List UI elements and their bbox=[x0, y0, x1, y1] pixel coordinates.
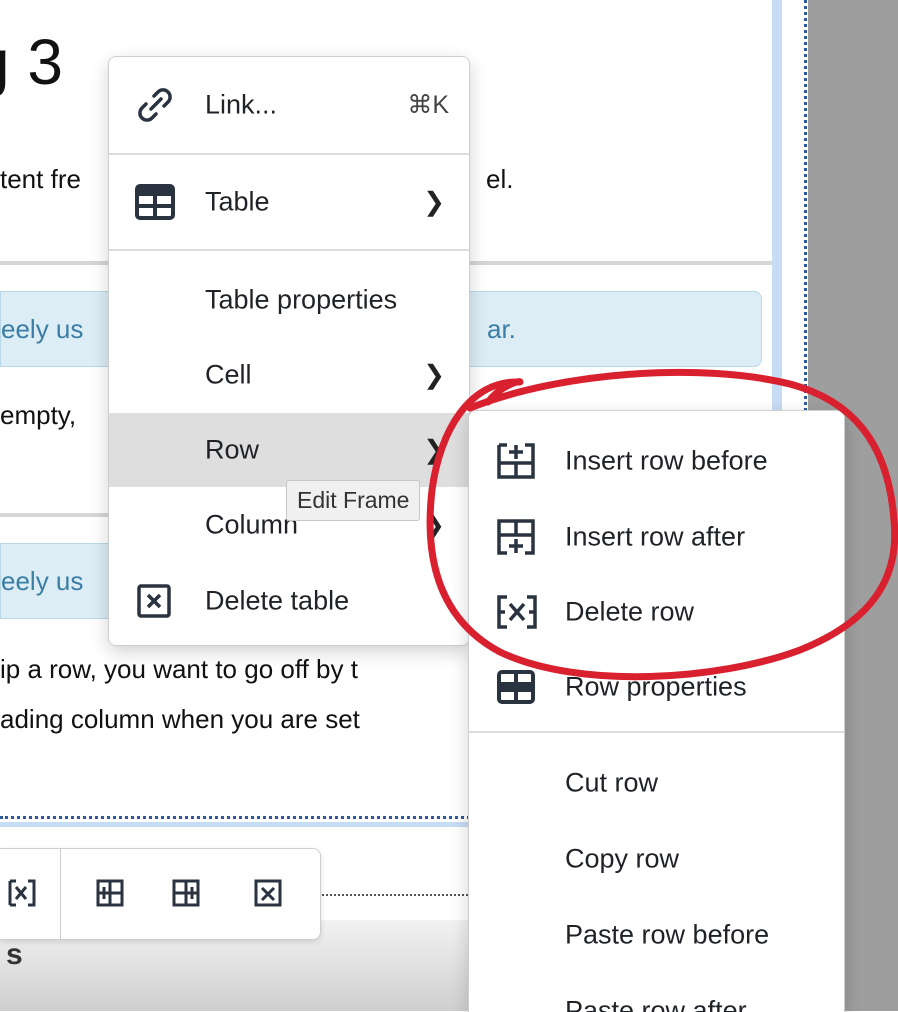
menu-item-paste-row-after[interactable]: Paste row after bbox=[469, 973, 844, 1012]
menu-item-paste-row-before[interactable]: Paste row before bbox=[469, 897, 844, 973]
chevron-right-icon: ❯ bbox=[423, 510, 445, 541]
menu-item-row-properties-label: Row properties bbox=[565, 672, 747, 703]
menu-item-paste-row-before-label: Paste row before bbox=[565, 920, 769, 951]
link-icon bbox=[133, 83, 177, 127]
menu-item-cut-row[interactable]: Cut row bbox=[469, 745, 844, 821]
insert-row-after-icon bbox=[497, 519, 535, 555]
menu-item-table[interactable]: Table ❯ bbox=[109, 155, 469, 249]
menu-item-delete-table[interactable]: Delete table bbox=[109, 563, 469, 639]
info-panel-2-text: eely us bbox=[1, 564, 83, 598]
menu-item-paste-row-after-label: Paste row after bbox=[565, 996, 747, 1012]
menu-item-link-shortcut: ⌘K bbox=[407, 90, 449, 120]
context-menu: Link... ⌘K Table ❯ Table properties Cell… bbox=[108, 56, 470, 646]
paragraph-3-line-2-text: ading column when you are set bbox=[0, 704, 360, 734]
info-panel-1-text: eely us bbox=[1, 312, 83, 346]
menu-item-link-label: Link... bbox=[205, 90, 277, 121]
delete-row-icon[interactable] bbox=[6, 877, 38, 909]
menu-item-insert-row-after[interactable]: Insert row after bbox=[469, 499, 844, 575]
menu-item-cell-label: Cell bbox=[205, 360, 252, 391]
menu-item-delete-row-label: Delete row bbox=[565, 597, 694, 628]
menu-item-delete-table-label: Delete table bbox=[205, 586, 349, 617]
menu-item-row[interactable]: Row ❯ bbox=[109, 413, 469, 487]
menu-item-cell[interactable]: Cell ❯ bbox=[109, 337, 469, 413]
page-heading: g 3 bbox=[0, 22, 63, 102]
table-icon bbox=[135, 184, 175, 220]
menu-item-column-label: Column bbox=[205, 510, 298, 541]
paragraph-2-text: empty, bbox=[0, 400, 76, 430]
menu-item-copy-row-label: Copy row bbox=[565, 844, 679, 875]
chevron-right-icon: ❯ bbox=[423, 435, 445, 466]
menu-item-table-label: Table bbox=[205, 187, 270, 218]
table-toolbar bbox=[0, 848, 321, 940]
menu-item-table-properties-label: Table properties bbox=[205, 285, 397, 316]
menu-item-link[interactable]: Link... ⌘K bbox=[109, 57, 469, 153]
menu-item-insert-row-before-label: Insert row before bbox=[565, 446, 768, 477]
toolbar-separator bbox=[60, 849, 61, 939]
info-panel-1-right-text: ar. bbox=[487, 312, 516, 346]
chevron-right-icon: ❯ bbox=[423, 360, 445, 391]
menu-item-table-properties[interactable]: Table properties bbox=[109, 263, 469, 337]
cell-boundary-line bbox=[322, 894, 468, 896]
delete-row-icon bbox=[497, 595, 537, 629]
menu-divider bbox=[109, 249, 469, 251]
table-header-text: s bbox=[6, 938, 23, 972]
paragraph-1-right-text: el. bbox=[486, 164, 513, 194]
paragraph-3-line-2: ading column when you are set bbox=[0, 702, 360, 736]
paragraph-1-text: tent fre bbox=[0, 164, 81, 194]
table-boundary-line bbox=[0, 816, 470, 819]
tooltip: Edit Frame bbox=[286, 480, 420, 521]
menu-divider bbox=[469, 731, 844, 733]
menu-item-insert-row-after-label: Insert row after bbox=[565, 522, 745, 553]
paragraph-2: empty, bbox=[0, 398, 76, 432]
paragraph-3-line-1: ip a row, you want to go off by t bbox=[0, 652, 358, 686]
paragraph-1-right: el. bbox=[486, 162, 513, 196]
insert-row-before-icon bbox=[497, 443, 535, 479]
menu-item-delete-row[interactable]: Delete row bbox=[469, 575, 844, 649]
insert-column-before-icon[interactable] bbox=[94, 877, 126, 909]
row-submenu: Insert row before Insert row after Delet… bbox=[468, 410, 845, 1012]
paragraph-1: tent fre bbox=[0, 162, 81, 196]
menu-item-insert-row-before[interactable]: Insert row before bbox=[469, 423, 844, 499]
chevron-right-icon: ❯ bbox=[423, 187, 445, 218]
menu-item-cut-row-label: Cut row bbox=[565, 768, 658, 799]
paragraph-3-line-1-text: ip a row, you want to go off by t bbox=[0, 654, 358, 684]
delete-column-icon[interactable] bbox=[252, 877, 284, 909]
menu-item-row-properties[interactable]: Row properties bbox=[469, 649, 844, 725]
insert-column-after-icon[interactable] bbox=[170, 877, 202, 909]
menu-item-copy-row[interactable]: Copy row bbox=[469, 821, 844, 897]
heading-text: g 3 bbox=[0, 26, 63, 98]
row-properties-icon bbox=[497, 670, 535, 704]
menu-item-row-label: Row bbox=[205, 435, 259, 466]
delete-table-icon bbox=[137, 584, 171, 618]
table-selection-bar bbox=[0, 822, 470, 827]
